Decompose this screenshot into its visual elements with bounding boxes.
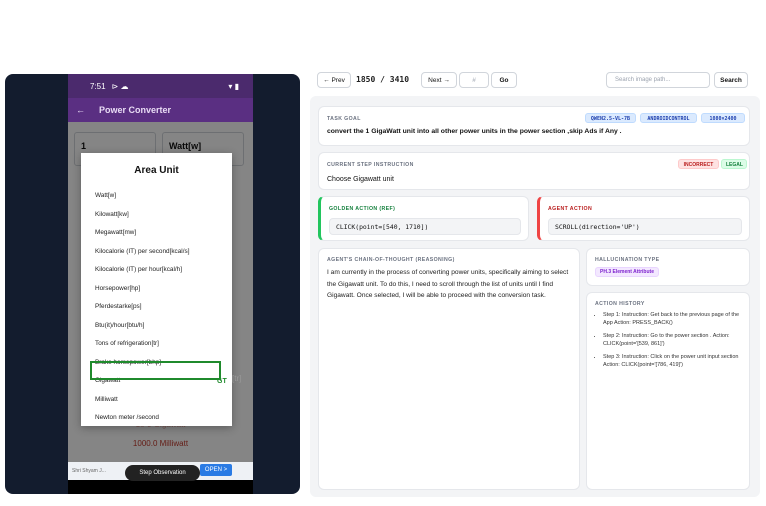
- instruction-text: Choose Gigawatt unit: [327, 176, 394, 183]
- navigation-bar: [68, 480, 253, 494]
- unit-option[interactable]: Kilocalorie (IT) per second[kcal/s]: [81, 243, 232, 262]
- app-bar: ← Power Converter: [68, 98, 253, 122]
- unit-option[interactable]: Kilowatt[kw]: [81, 206, 232, 225]
- golden-action-code: CLICK(point=[540, 1710]): [329, 218, 521, 235]
- hallucination-badge: PH.3 Element Attribute: [595, 267, 659, 277]
- task-goal-label: TASK GOAL: [327, 116, 361, 122]
- ground-truth-box: [90, 361, 221, 380]
- unit-option[interactable]: Pferdestarke[ps]: [81, 298, 232, 317]
- behind-unit-label: [tr]: [232, 374, 242, 383]
- unit-option[interactable]: Tons of refrigeration[tr]: [81, 335, 232, 354]
- history-item: Step 1: Instruction: Get back to the pre…: [603, 311, 743, 328]
- index-separator: /: [380, 75, 385, 84]
- current-index: 1850: [356, 75, 376, 84]
- action-history-list: Step 1: Instruction: Get back to the pre…: [595, 311, 743, 373]
- unit-option[interactable]: Watt[w]: [81, 187, 232, 206]
- resolution-tag: 1080×2400: [701, 113, 745, 123]
- unit-option[interactable]: Newton meter /second: [81, 409, 232, 428]
- app-title: Power Converter: [99, 105, 172, 115]
- prev-button[interactable]: ← Prev: [317, 72, 351, 88]
- legal-badge: LEGAL: [721, 159, 747, 169]
- history-item: Step 3: Instruction: Click on the power …: [603, 353, 743, 370]
- ground-truth-label: GT: [217, 378, 227, 385]
- instruction-card: CURRENT STEP INSTRUCTION INCORRECT LEGAL…: [318, 152, 750, 190]
- top-navigation: ← Prev 1850 / 3410 Next → # Go Search im…: [0, 64, 766, 94]
- reasoning-text: I am currently in the process of convert…: [327, 269, 569, 299]
- back-arrow-icon[interactable]: ←: [76, 105, 85, 115]
- reasoning-card: AGENT'S CHAIN-OF-THOUGHT (REASONING) I a…: [318, 248, 580, 490]
- task-goal-text: convert the 1 GigaWatt unit into all oth…: [327, 128, 622, 135]
- dataset-tag: ANDROIDCONTROL: [640, 113, 697, 123]
- incorrect-badge: INCORRECT: [678, 159, 719, 169]
- total-count: 3410: [389, 75, 410, 84]
- page-indicator: 1850 / 3410: [356, 72, 409, 88]
- screenshot-panel: 7:51 ⊳ ☁ ▾ ▮ ← Power Converter 1 Watt[w]…: [5, 74, 300, 494]
- go-button[interactable]: Go: [491, 72, 517, 88]
- reasoning-label: AGENT'S CHAIN-OF-THOUGHT (REASONING): [327, 257, 455, 263]
- unit-option[interactable]: Milliwatt: [81, 391, 232, 410]
- search-input[interactable]: Search image path...: [606, 72, 710, 88]
- agent-action-card: AGENT ACTION SCROLL(direction='UP'): [537, 196, 750, 241]
- history-item: Step 2: Instruction: Go to the power sec…: [603, 332, 743, 349]
- unit-list: Watt[w] Kilowatt[kw] Megawatt[mw] Kiloca…: [81, 187, 232, 428]
- golden-action-label: GOLDEN ACTION (REF): [329, 206, 396, 212]
- hallucination-card: HALLUCINATION TYPE PH.3 Element Attribut…: [586, 248, 750, 286]
- model-tag: QWEN2.5-VL-7B: [585, 113, 636, 123]
- unit-option[interactable]: Btu(it)/hour[btu/h]: [81, 317, 232, 336]
- ad-open-button[interactable]: OPEN >: [200, 464, 232, 476]
- task-goal-card: TASK GOAL QWEN2.5-VL-7B ANDROIDCONTROL 1…: [318, 106, 750, 146]
- action-history-label: ACTION HISTORY: [595, 301, 645, 307]
- instruction-label: CURRENT STEP INSTRUCTION: [327, 162, 414, 168]
- phone-screen: 7:51 ⊳ ☁ ▾ ▮ ← Power Converter 1 Watt[w]…: [68, 74, 253, 494]
- unit-option[interactable]: Megawatt[mw]: [81, 224, 232, 243]
- next-button[interactable]: Next →: [421, 72, 457, 88]
- hallucination-label: HALLUCINATION TYPE: [595, 257, 660, 263]
- goto-input[interactable]: #: [459, 72, 489, 88]
- action-history-card: ACTION HISTORY Step 1: Instruction: Get …: [586, 292, 750, 490]
- agent-action-code: SCROLL(direction='UP'): [548, 218, 742, 235]
- dialog-title: Area Unit: [134, 165, 179, 176]
- golden-action-card: GOLDEN ACTION (REF) CLICK(point=[540, 17…: [318, 196, 529, 241]
- unit-dialog: Area Unit Watt[w] Kilowatt[kw] Megawatt[…: [81, 153, 232, 426]
- ad-text: Shri Shyam J...: [72, 468, 106, 474]
- unit-option[interactable]: Horsepower[hp]: [81, 280, 232, 299]
- agent-action-label: AGENT ACTION: [548, 206, 593, 212]
- step-observation-button[interactable]: Step Observation: [125, 465, 200, 481]
- search-button[interactable]: Search: [714, 72, 748, 88]
- unit-option[interactable]: Kilocalorie (IT) per hour[kcal/h]: [81, 261, 232, 280]
